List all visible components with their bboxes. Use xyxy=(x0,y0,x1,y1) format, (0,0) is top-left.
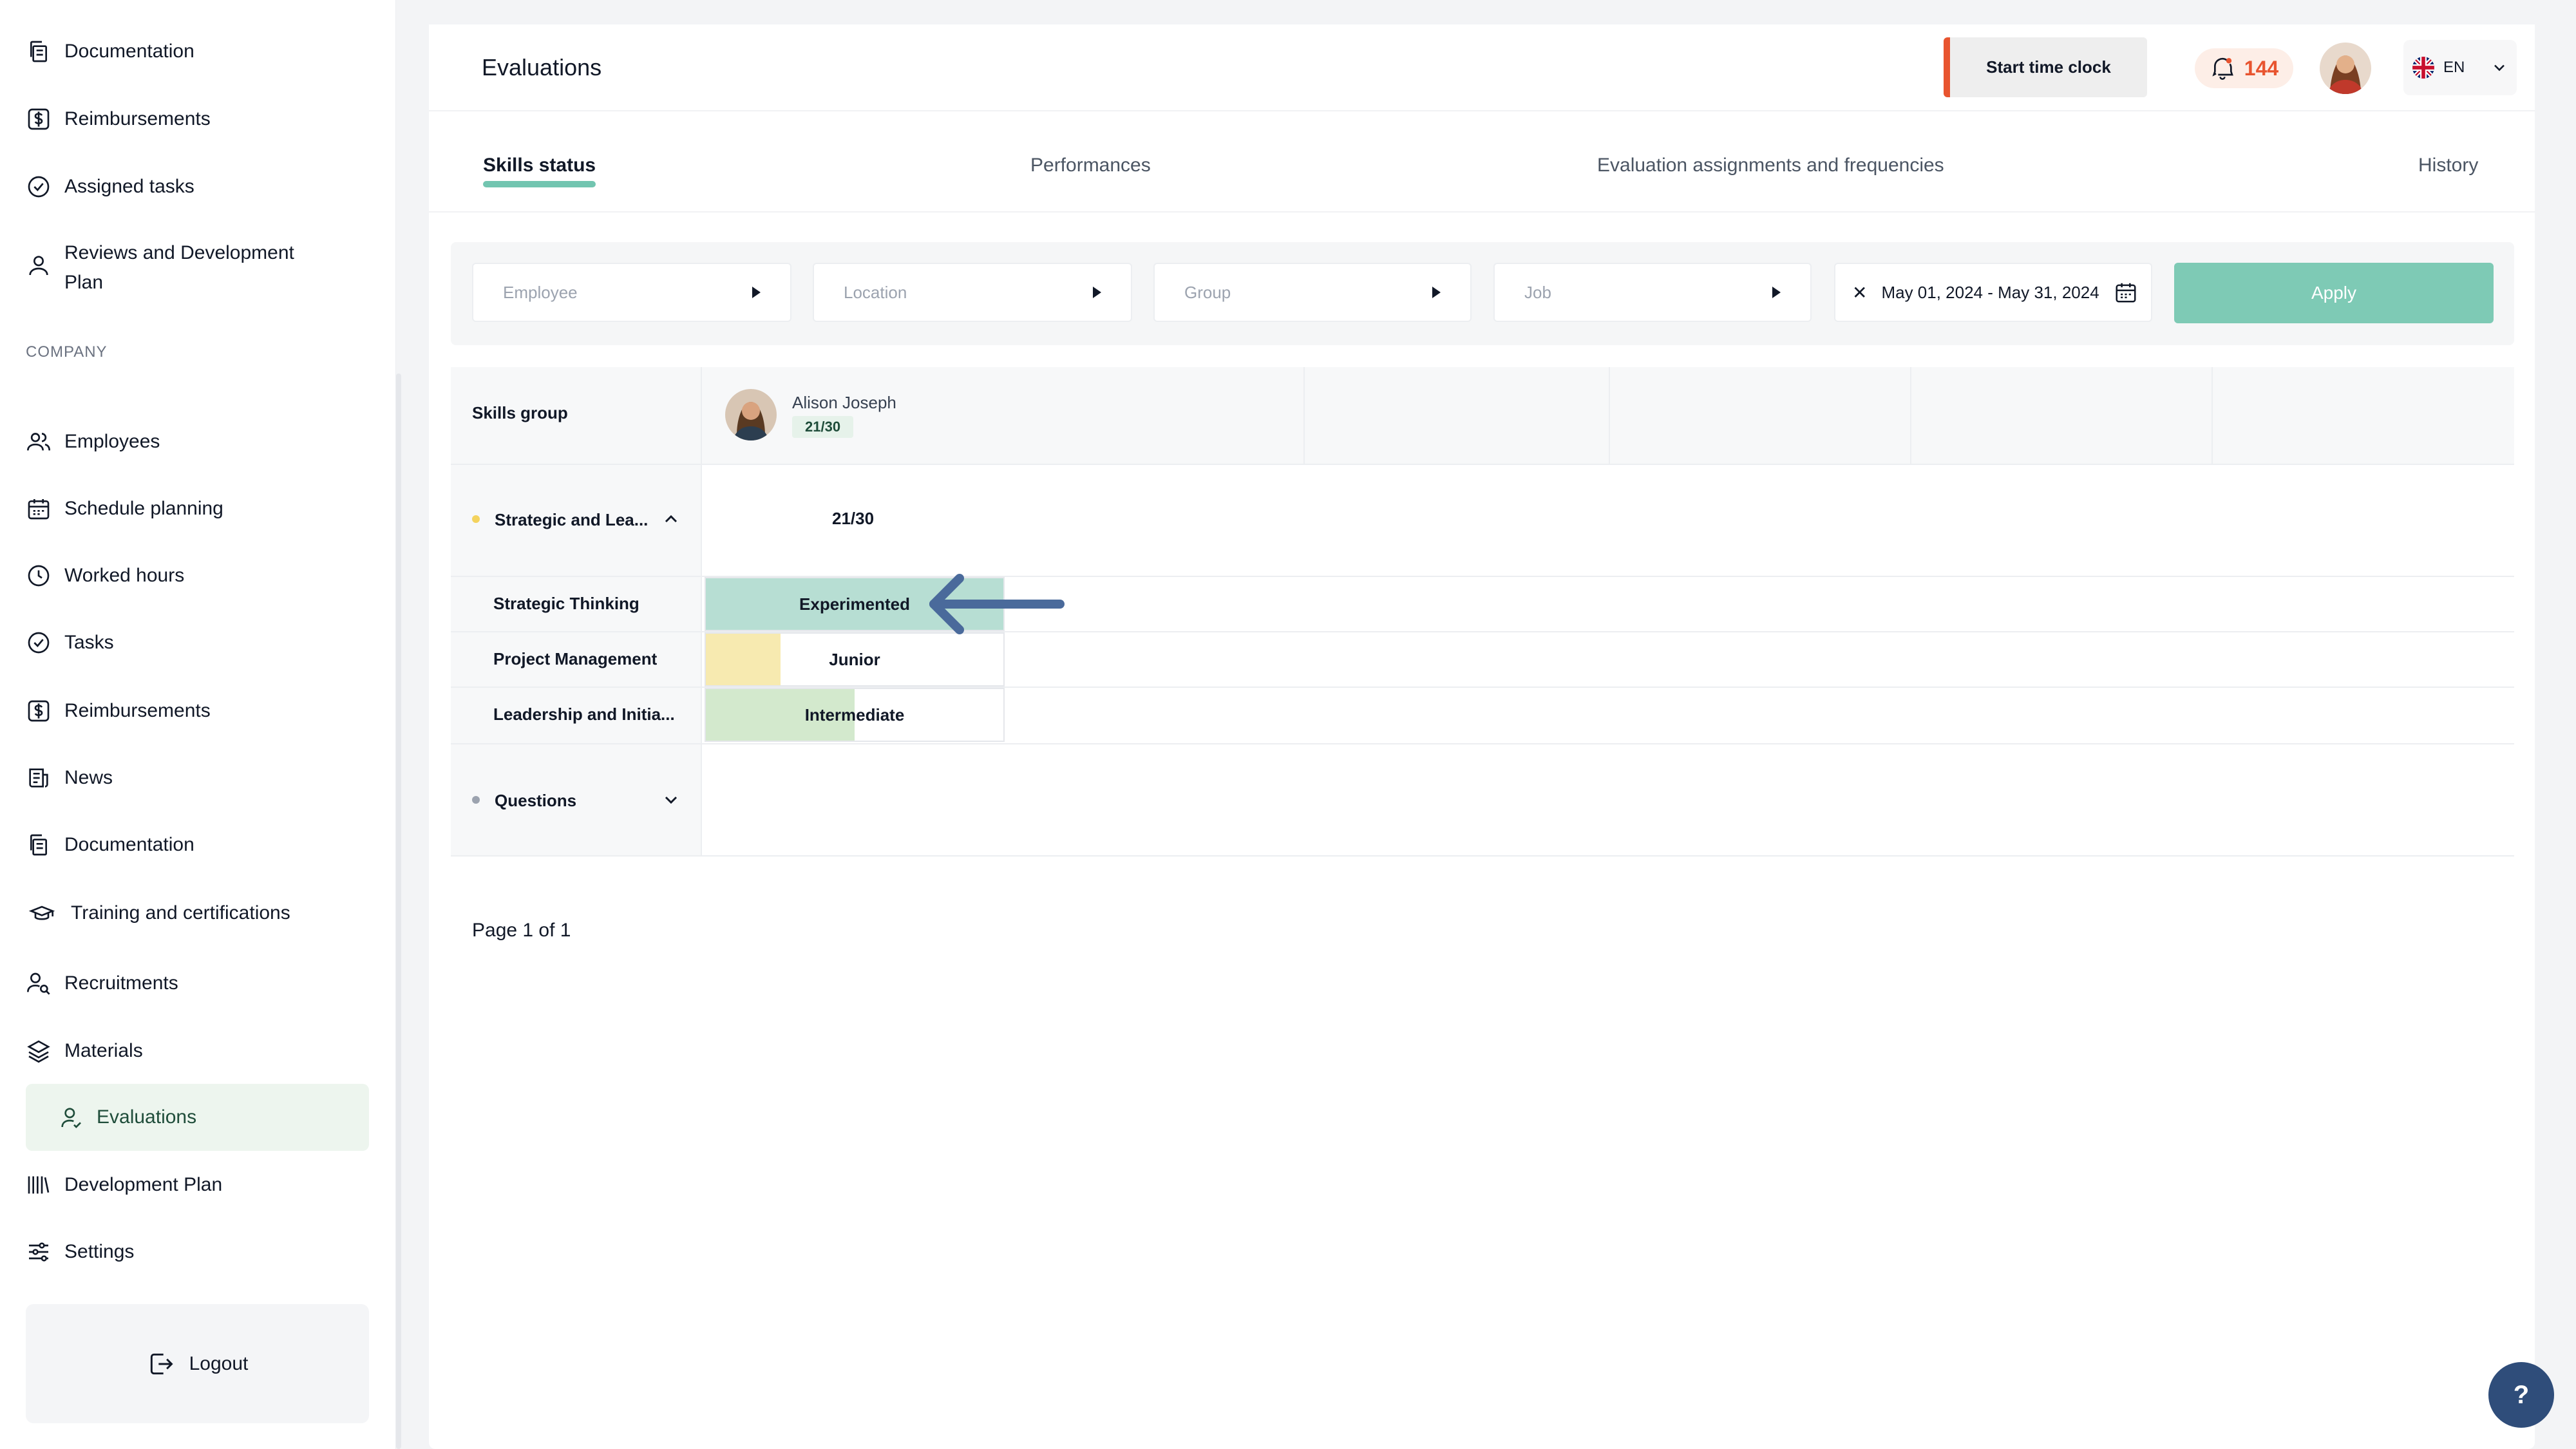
group-filter[interactable]: Group xyxy=(1153,263,1472,322)
layers-icon xyxy=(27,1040,50,1063)
start-time-clock-button[interactable]: Start time clock xyxy=(1944,37,2147,97)
skill-level-label: Intermediate xyxy=(804,705,905,724)
skill-level-cell[interactable]: Intermediate xyxy=(705,688,1005,742)
pagination-label: Page 1 of 1 xyxy=(472,920,571,941)
skills-group-name[interactable]: Questions xyxy=(495,791,576,811)
clock-icon xyxy=(28,565,50,587)
graduation-cap-icon xyxy=(28,905,55,920)
row-divider xyxy=(451,464,2514,465)
group-score: 21/30 xyxy=(832,509,875,528)
caret-right-icon xyxy=(1093,287,1101,298)
tab-evaluation-assignments[interactable]: Evaluation assignments and frequencies xyxy=(1597,155,1944,176)
column-divider xyxy=(1303,367,1305,464)
chevron-down-icon[interactable] xyxy=(661,790,681,810)
help-button[interactable]: ? xyxy=(2488,1362,2554,1428)
caret-right-icon xyxy=(752,287,761,298)
sidebar-item-reimbursements-top[interactable]: Reimbursements xyxy=(26,100,367,138)
employee-name[interactable]: Alison Joseph xyxy=(792,393,896,413)
tab-skills-status[interactable]: Skills status xyxy=(483,155,596,176)
language-code: EN xyxy=(2443,59,2465,76)
sidebar-item-tasks[interactable]: Tasks xyxy=(26,623,367,662)
users-icon xyxy=(27,433,50,451)
skill-level-fill xyxy=(706,634,781,685)
employee-avatar-image xyxy=(725,389,777,440)
sidebar-item-development-plan[interactable]: Development Plan xyxy=(26,1166,367,1204)
sidebar-item-assigned-tasks[interactable]: Assigned tasks xyxy=(26,167,367,206)
caret-right-icon xyxy=(1772,287,1781,298)
active-tab-indicator xyxy=(483,181,596,187)
check-circle-icon xyxy=(28,632,50,654)
job-filter[interactable]: Job xyxy=(1493,263,1812,322)
sidebar-item-reviews-development[interactable]: Reviews and Development Plan xyxy=(26,238,367,303)
clear-date-icon[interactable]: ✕ xyxy=(1852,282,1867,303)
chevron-up-icon[interactable] xyxy=(661,509,681,529)
group-status-dot xyxy=(472,515,480,523)
sidebar-item-recruitments[interactable]: Recruitments xyxy=(26,964,367,1003)
dollar-icon xyxy=(28,108,50,130)
skills-group-header: Skills group xyxy=(472,403,568,422)
tab-history[interactable]: History xyxy=(2418,155,2478,176)
user-icon xyxy=(29,256,48,276)
column-divider xyxy=(1609,367,1610,464)
sidebar-item-reimbursements[interactable]: Reimbursements xyxy=(26,692,367,730)
logout-button[interactable]: Logout xyxy=(26,1304,369,1423)
sidebar-scrollbar[interactable] xyxy=(396,374,401,1449)
date-range-value: May 01, 2024 - May 31, 2024 xyxy=(1881,282,2099,302)
bars-icon xyxy=(28,1176,50,1194)
documents-icon xyxy=(30,834,47,856)
column-divider xyxy=(2211,367,2213,464)
calendar-icon[interactable] xyxy=(2114,280,2138,305)
uk-flag-icon xyxy=(2412,57,2434,79)
news-icon xyxy=(29,768,48,788)
skill-name: Leadership and Initia... xyxy=(493,705,675,724)
row-divider xyxy=(451,743,2514,744)
skill-level-label: Junior xyxy=(829,649,880,669)
sidebar: Documentation Reimbursements Assigned ta… xyxy=(0,0,396,1449)
section-label-company: COMPANY xyxy=(26,343,108,361)
user-avatar[interactable] xyxy=(2320,43,2371,94)
sidebar-item-training-certifications[interactable]: Training and certifications xyxy=(26,894,367,933)
skill-name: Project Management xyxy=(493,649,658,668)
apply-button[interactable]: Apply xyxy=(2174,263,2494,323)
pointer-arrow-icon xyxy=(929,574,1065,634)
sidebar-item-evaluations[interactable]: Evaluations xyxy=(26,1084,369,1151)
row-divider xyxy=(451,855,2514,857)
employee-score-badge: 21/30 xyxy=(792,416,854,438)
employee-avatar[interactable] xyxy=(725,389,777,440)
sidebar-item-materials[interactable]: Materials xyxy=(26,1032,367,1070)
column-divider xyxy=(1910,367,1911,464)
sidebar-item-news[interactable]: News xyxy=(26,759,367,797)
check-circle-icon xyxy=(28,176,50,198)
bell-icon xyxy=(2212,57,2233,80)
logout-icon xyxy=(150,1353,173,1374)
chevron-down-icon xyxy=(2494,64,2505,71)
sidebar-item-documentation[interactable]: Documentation xyxy=(26,826,367,864)
sidebar-item-employees[interactable]: Employees xyxy=(26,422,367,461)
language-selector[interactable]: EN xyxy=(2403,40,2517,95)
notifications-button[interactable]: 144 xyxy=(2195,48,2293,88)
notification-count: 144 xyxy=(2244,56,2279,80)
employee-filter[interactable]: Employee xyxy=(472,263,791,322)
caret-right-icon xyxy=(1432,287,1441,298)
sidebar-item-documentation-top[interactable]: Documentation xyxy=(26,32,367,71)
sliders-icon xyxy=(29,1242,48,1262)
sidebar-item-schedule-planning[interactable]: Schedule planning xyxy=(26,489,367,528)
dollar-icon xyxy=(28,700,50,722)
user-search-icon xyxy=(27,972,50,995)
calendar-icon xyxy=(28,499,50,520)
skill-level-label: Experimented xyxy=(799,594,910,614)
tabs-bar xyxy=(429,122,2535,213)
skill-name: Strategic Thinking xyxy=(493,594,639,613)
skills-group-name[interactable]: Strategic and Lea... xyxy=(495,510,648,530)
sidebar-item-settings[interactable]: Settings xyxy=(26,1233,367,1271)
user-avatar-image xyxy=(2320,43,2371,94)
page-title: Evaluations xyxy=(482,54,602,80)
documents-icon xyxy=(30,41,47,62)
location-filter[interactable]: Location xyxy=(813,263,1132,322)
sidebar-item-worked-hours[interactable]: Worked hours xyxy=(26,556,367,595)
user-check-icon xyxy=(61,1108,81,1128)
tab-performances[interactable]: Performances xyxy=(1030,155,1151,176)
date-range-filter[interactable]: ✕ May 01, 2024 - May 31, 2024 xyxy=(1834,263,2152,322)
group-status-dot xyxy=(472,796,480,804)
